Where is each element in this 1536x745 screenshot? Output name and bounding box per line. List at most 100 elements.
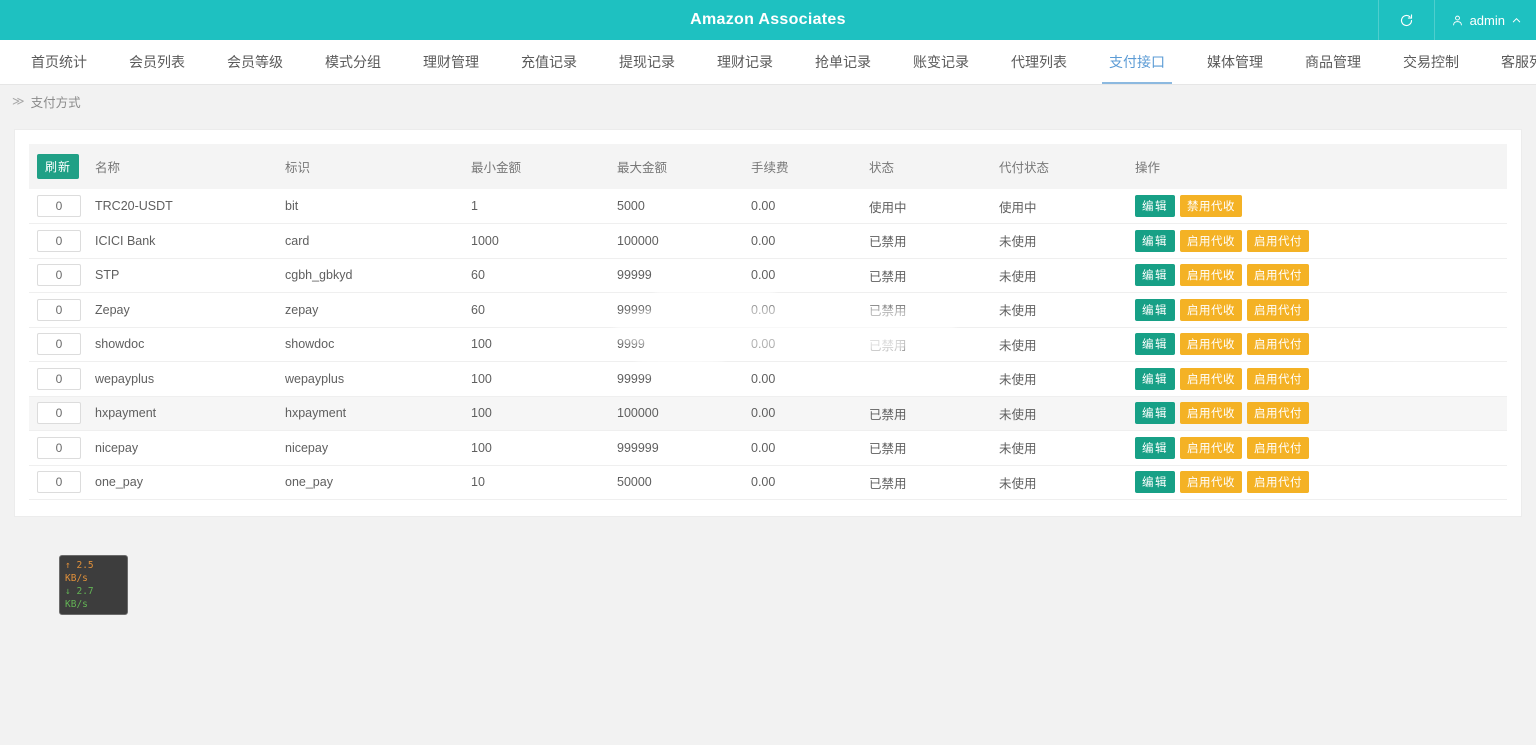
cell-max-amount: 50000 [617,465,751,500]
disable-collect-button[interactable]: 禁用代收 [1180,195,1242,217]
table-row[interactable]: 0 nicepay nicepay 100 999999 0.00 已禁用 未使用 编辑 启用代收… [29,430,1507,466]
sort-order-input[interactable]: 0 [37,333,81,356]
table-row[interactable]: 0 TRC20-USDT bit 1 5000 0.00 使用中 使用中 编辑 禁用代收 [29,189,1507,224]
enable-collect-button[interactable]: 启用代收 [1180,367,1242,390]
cell-max-amount: 99999 [617,258,751,293]
sort-order-input[interactable]: 0 [37,402,81,425]
edit-button[interactable]: 编辑 [1135,436,1175,459]
nav-item-4[interactable]: 理财管理 [402,40,500,84]
refresh-table-button[interactable]: 刷新 [37,154,80,179]
enable-payout-button[interactable]: 启用代付 [1247,264,1309,287]
enable-payout-button[interactable]: 启用代付 [1247,402,1309,425]
cell-key: wepayplus [285,361,471,397]
enable-payout-button[interactable]: 启用代付 [1247,436,1309,459]
enable-collect-button[interactable]: 启用代收 [1180,402,1242,425]
cell-payout-status: 未使用 [999,465,1135,500]
enable-payout-button[interactable]: 启用代付 [1247,333,1309,356]
operations-group: 编辑 启用代收 启用代付 [1135,436,1507,459]
cell-name: TRC20-USDT [95,189,285,224]
sort-order-input[interactable]: 0 [37,264,81,287]
table-header-row: 刷新 名称 标识 最小金额 最大金额 手续费 状态 代付状态 操作 [29,144,1507,189]
nav-item-7[interactable]: 理财记录 [696,40,794,84]
cell-max-amount: 999999 [617,430,751,466]
table-row[interactable]: 0 hxpayment hxpayment 100 100000 0.00 已禁用 未使用 编辑… [29,396,1507,431]
cell-payout-status: 未使用 [999,430,1135,466]
table-row[interactable]: 0 Zepay zepay 60 99999 0.00 已禁用 未使用 编辑 启用代收 启用代付 [29,292,1507,328]
cell-operations: 编辑 启用代收 启用代付 [1135,361,1507,397]
nav-item-3[interactable]: 模式分组 [304,40,402,84]
upload-arrow-icon: ↑ [65,560,71,571]
nav-item-8[interactable]: 抢单记录 [794,40,892,84]
col-max-amount: 最大金额 [617,144,751,189]
nav-item-1[interactable]: 会员列表 [108,40,206,84]
refresh-icon [1399,13,1414,28]
row-index-cell: 0 [29,189,95,224]
edit-button[interactable]: 编辑 [1135,367,1175,390]
enable-collect-button[interactable]: 启用代收 [1180,436,1242,459]
sort-order-input[interactable]: 0 [37,471,81,494]
row-index-cell: 0 [29,465,95,500]
edit-button[interactable]: 编辑 [1135,264,1175,287]
table-row[interactable]: 0 STP cgbh_gbkyd 60 99999 0.00 已禁用 未使用 编辑 启用代收 启用代… [29,258,1507,293]
cell-operations: 编辑 启用代收 启用代付 [1135,258,1507,293]
edit-button[interactable]: 编辑 [1135,402,1175,425]
enable-collect-button[interactable]: 启用代收 [1180,333,1242,356]
edit-button[interactable]: 编辑 [1135,298,1175,321]
table-row[interactable]: 0 showdoc showdoc 100 9999 0.00 已禁用 未使用 编辑 启用代收 启用… [29,327,1507,362]
cell-key: showdoc [285,327,471,362]
nav-item-9[interactable]: 账变记录 [892,40,990,84]
enable-collect-button[interactable]: 启用代收 [1180,264,1242,287]
sort-order-input[interactable]: 0 [37,367,81,390]
cell-name: one_pay [95,465,285,500]
refresh-button[interactable] [1377,0,1434,40]
cell-max-amount: 9999 [617,327,751,362]
nav-item-11[interactable]: 支付接口 [1088,40,1186,84]
nav-item-6[interactable]: 提现记录 [598,40,696,84]
nav-item-12[interactable]: 媒体管理 [1186,40,1284,84]
nav-item-13[interactable]: 商品管理 [1284,40,1382,84]
edit-button[interactable]: 编辑 [1135,333,1175,356]
edit-button[interactable]: 编辑 [1135,195,1175,217]
cell-max-amount: 100000 [617,223,751,259]
edit-button[interactable]: 编辑 [1135,471,1175,494]
enable-payout-button[interactable]: 启用代付 [1247,471,1309,494]
user-label: admin [1469,12,1505,28]
enable-payout-button[interactable]: 启用代付 [1247,229,1309,252]
cell-fee: 0.00 [751,396,869,431]
user-icon [1451,14,1464,27]
edit-button[interactable]: 编辑 [1135,229,1175,252]
sort-order-input[interactable]: 0 [37,195,81,217]
cell-status: 使用中 [869,189,999,224]
cell-min-amount: 100 [471,396,617,431]
cell-operations: 编辑 启用代收 启用代付 [1135,327,1507,362]
cell-max-amount: 99999 [617,292,751,328]
sort-order-input[interactable]: 0 [37,229,81,252]
cell-min-amount: 1 [471,189,617,224]
nav-item-15[interactable]: 客服列表 [1480,40,1536,84]
table-row[interactable]: 0 one_pay one_pay 10 50000 0.00 已禁用 未使用 编辑 启用代收 启用… [29,465,1507,500]
row-index-cell: 0 [29,361,95,397]
enable-payout-button[interactable]: 启用代付 [1247,298,1309,321]
cell-key: card [285,223,471,259]
operations-group: 编辑 启用代收 启用代付 [1135,298,1507,321]
cell-fee: 0.00 [751,223,869,259]
nav-item-10[interactable]: 代理列表 [990,40,1088,84]
sort-order-input[interactable]: 0 [37,298,81,321]
user-menu[interactable]: admin [1433,0,1536,40]
cell-payout-status: 未使用 [999,223,1135,259]
table-row[interactable]: 0 wepayplus wepayplus 100 99999 0.00 未使用 编辑 启用代收… [29,361,1507,397]
nav-item-14[interactable]: 交易控制 [1382,40,1480,84]
row-index-cell: 0 [29,223,95,259]
table-row[interactable]: 0 ICICI Bank card 1000 100000 0.00 已禁用 未使用 编辑 启用代… [29,223,1507,259]
cell-max-amount: 100000 [617,396,751,431]
nav-item-2[interactable]: 会员等级 [206,40,304,84]
nav-item-5[interactable]: 充值记录 [500,40,598,84]
enable-payout-button[interactable]: 启用代付 [1247,367,1309,390]
sort-order-input[interactable]: 0 [37,436,81,459]
cell-min-amount: 1000 [471,223,617,259]
enable-collect-button[interactable]: 启用代收 [1180,229,1242,252]
enable-collect-button[interactable]: 启用代收 [1180,298,1242,321]
enable-collect-button[interactable]: 启用代收 [1180,471,1242,494]
nav-item-0[interactable]: 首页统计 [10,40,108,84]
